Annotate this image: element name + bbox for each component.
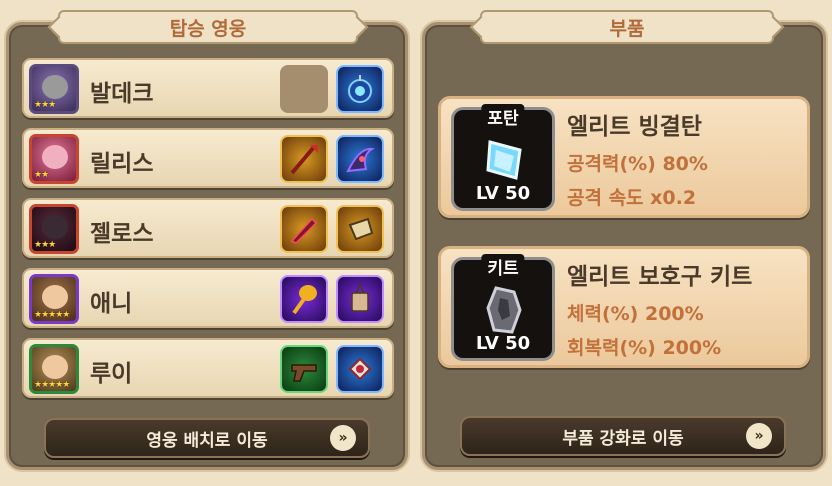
hero-name: 릴리스 <box>90 151 154 177</box>
hero-name: 젤로스 <box>90 221 154 247</box>
hero-stars: ★★ <box>34 170 49 180</box>
blue-amulet-icon[interactable] <box>336 65 384 113</box>
hero-stars: ★★★ <box>34 100 56 110</box>
blue-pendant-icon[interactable] <box>336 345 384 393</box>
part-stat-primary: 공격력(%) 80% <box>567 153 708 175</box>
part-name: 엘리트 보호구 키트 <box>567 264 753 290</box>
double-arrow-icon: » <box>330 425 356 451</box>
parts-title: 부품 <box>480 10 774 44</box>
gold-blade-icon[interactable] <box>280 205 328 253</box>
hero-row-annie[interactable]: ★★★★★ 애니 <box>22 268 394 328</box>
hero-stars: ★★★★★ <box>34 310 70 320</box>
green-pistol-icon[interactable] <box>280 345 328 393</box>
boarding-heroes-title: 탑승 영웅 <box>58 10 358 44</box>
hero-name: 루이 <box>90 361 133 387</box>
part-card-cannonball[interactable]: 포탄 LV 50 엘리트 빙결탄 공격력(%) 80% 공격 속도 x0.2 <box>438 96 810 218</box>
hero-portrait: ★★★ <box>29 204 79 254</box>
blue-claw-icon[interactable] <box>336 135 384 183</box>
ice-crystal-icon <box>486 140 522 180</box>
part-level-label: LV 50 <box>475 183 531 204</box>
armor-plate-icon <box>486 286 522 334</box>
purple-scepter-icon[interactable] <box>280 275 328 323</box>
purple-bag-icon[interactable] <box>336 275 384 323</box>
button-label: 영웅 배치로 이동 <box>146 430 268 451</box>
part-icon-frame: 포탄 LV 50 <box>451 104 555 211</box>
part-type-label: 포탄 <box>481 104 525 129</box>
hero-name: 애니 <box>90 291 133 317</box>
hero-name: 발데크 <box>90 81 154 107</box>
part-icon-frame: 키트 LV 50 <box>451 254 555 361</box>
hero-portrait: ★★★ <box>29 64 79 114</box>
part-name: 엘리트 빙결탄 <box>567 114 702 140</box>
part-card-kit[interactable]: 키트 LV 50 엘리트 보호구 키트 체력(%) 200% 회복력(%) 20… <box>438 246 810 368</box>
go-to-part-upgrade-button[interactable]: 부품 강화로 이동 » <box>460 416 786 456</box>
hero-row-louie[interactable]: ★★★★★ 루이 <box>22 338 394 398</box>
part-type-label: 키트 <box>481 254 525 279</box>
part-stat-secondary: 회복력(%) 200% <box>567 337 722 359</box>
gold-gauntlet-icon[interactable] <box>336 205 384 253</box>
hero-stars: ★★★★★ <box>34 380 70 390</box>
hero-row-valdek[interactable]: ★★★ 발데크 <box>22 58 394 118</box>
empty-item-slot[interactable] <box>280 65 328 113</box>
button-label: 부품 강화로 이동 <box>562 428 684 449</box>
hero-portrait: ★★★★★ <box>29 274 79 324</box>
hero-portrait: ★★★★★ <box>29 344 79 394</box>
go-to-hero-placement-button[interactable]: 영웅 배치로 이동 » <box>44 418 370 458</box>
gold-spear-icon[interactable] <box>280 135 328 183</box>
hero-portrait: ★★ <box>29 134 79 184</box>
hero-stars: ★★★ <box>34 240 56 250</box>
part-level-label: LV 50 <box>475 333 531 354</box>
double-arrow-icon: » <box>746 423 772 449</box>
part-stat-secondary: 공격 속도 x0.2 <box>567 187 697 209</box>
hero-row-lilith[interactable]: ★★ 릴리스 <box>22 128 394 188</box>
hero-row-zelos[interactable]: ★★★ 젤로스 <box>22 198 394 258</box>
part-stat-primary: 체력(%) 200% <box>567 303 704 325</box>
